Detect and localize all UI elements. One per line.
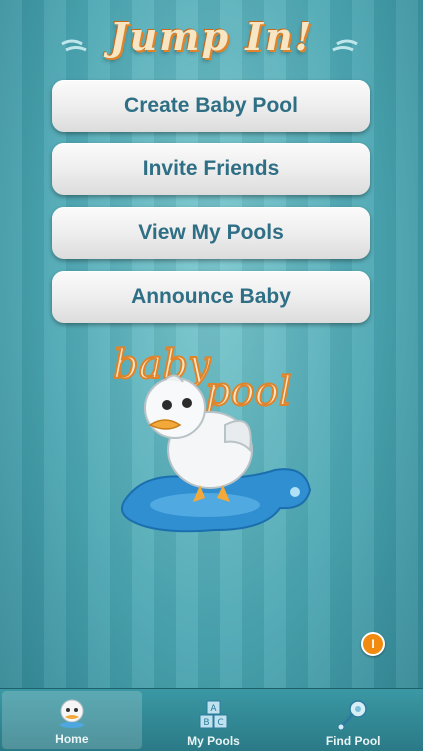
info-button[interactable]: I bbox=[361, 632, 385, 656]
create-baby-pool-button[interactable]: Create Baby Pool bbox=[52, 80, 370, 132]
tab-my-pools[interactable]: A B C My Pools bbox=[144, 689, 284, 751]
rattle-icon bbox=[337, 700, 367, 731]
baby-pool-logo: baby pool bbox=[112, 341, 312, 533]
tab-bar: Home A B C My Pools Find Pool bbox=[0, 688, 423, 751]
svg-text:A: A bbox=[210, 704, 217, 714]
duck-icon bbox=[59, 699, 84, 728]
tab-find-pool[interactable]: Find Pool bbox=[283, 689, 423, 751]
page-title: Jump In! bbox=[109, 13, 314, 59]
header: Jump In! bbox=[0, 6, 423, 66]
tab-my-pools-label: My Pools bbox=[187, 734, 240, 748]
announce-baby-button[interactable]: Announce Baby bbox=[52, 271, 370, 323]
blocks-icon: A B C bbox=[199, 700, 227, 729]
tab-home-label: Home bbox=[55, 732, 89, 746]
tab-find-pool-label: Find Pool bbox=[325, 734, 381, 748]
splash-right-icon bbox=[332, 39, 358, 52]
tab-home[interactable]: Home bbox=[2, 691, 142, 749]
logo-text-pool: pool bbox=[205, 369, 292, 415]
svg-text:C: C bbox=[217, 718, 223, 728]
invite-friends-button[interactable]: Invite Friends bbox=[52, 143, 370, 195]
svg-text:B: B bbox=[203, 718, 209, 728]
view-my-pools-button[interactable]: View My Pools bbox=[52, 207, 370, 259]
splash-left-icon bbox=[61, 39, 87, 52]
